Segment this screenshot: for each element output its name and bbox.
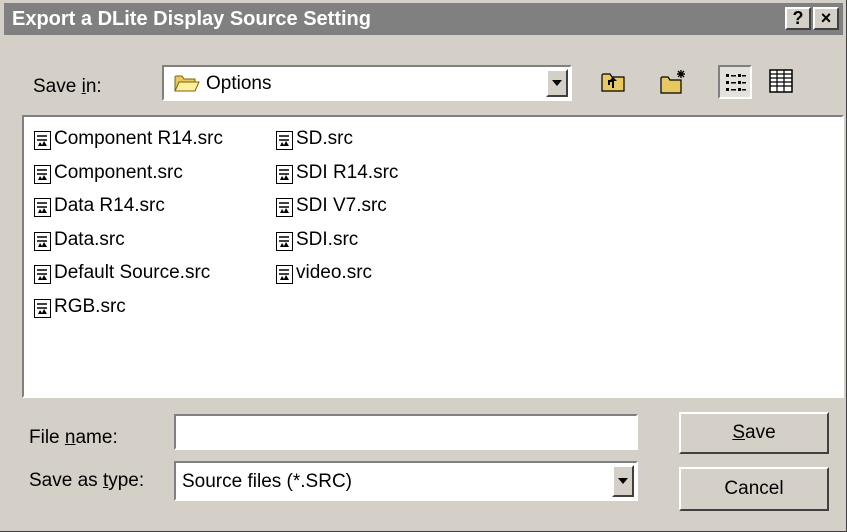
file-name-text: Default Source.src	[54, 262, 211, 283]
source-file-icon	[276, 131, 293, 156]
file-name-input[interactable]	[174, 414, 638, 450]
close-button[interactable]: ×	[813, 7, 839, 30]
source-file-icon	[276, 164, 293, 190]
save-as-type-dropdown-button[interactable]	[612, 465, 634, 497]
file-name-text: SDI V7.src	[296, 195, 387, 216]
file-name-text: RGB.src	[54, 295, 126, 317]
save-in-combo[interactable]: Options	[162, 65, 572, 101]
source-file-icon	[34, 131, 51, 156]
file-name-text: Component R14.src	[54, 128, 223, 149]
file-name-label: File name:	[29, 427, 118, 448]
source-file-icon	[34, 265, 51, 290]
source-file-icon	[276, 198, 293, 223]
window-title: Export a DLite Display Source Setting	[12, 8, 371, 30]
chevron-down-icon	[552, 80, 562, 86]
file-name-text: Data R14.src	[54, 195, 165, 216]
file-name-text: Component.src	[54, 161, 183, 183]
help-button[interactable]: ?	[785, 7, 811, 30]
file-name-text: video.src	[296, 262, 373, 283]
source-file-icon	[276, 231, 293, 257]
cancel-button[interactable]: Cancel	[679, 467, 829, 511]
save-as-type-label: Save as type:	[29, 470, 145, 491]
save-as-type-value: Source files (*.SRC)	[182, 471, 352, 492]
list-view-icon	[726, 74, 746, 91]
save-in-dropdown-button[interactable]	[546, 69, 568, 97]
save-button[interactable]: Save	[679, 412, 829, 454]
source-file-icon	[34, 298, 51, 324]
details-view-icon	[769, 69, 793, 93]
list-view-button[interactable]	[718, 65, 752, 99]
up-one-level-icon	[601, 73, 625, 92]
file-name-text: Data.src	[54, 228, 125, 250]
source-file-icon	[34, 231, 51, 257]
folder-open-icon	[174, 73, 200, 99]
file-list[interactable]: Component R14.src Component.src Data R14.s…	[22, 115, 844, 398]
save-in-value: Options	[206, 73, 272, 94]
file-name-text: SD.src	[296, 128, 353, 149]
save-in-label: Save in:	[33, 76, 102, 97]
title-bar[interactable]: Export a DLite Display Source Setting ? …	[4, 3, 843, 35]
file-name-text: SDI R14.src	[296, 161, 399, 183]
file-name-text: SDI.src	[296, 228, 359, 250]
export-dialog: Export a DLite Display Source Setting ? …	[0, 0, 847, 532]
source-file-icon	[34, 164, 51, 190]
details-view-button[interactable]	[765, 65, 799, 99]
new-folder-icon	[660, 70, 685, 94]
source-file-icon	[34, 198, 51, 223]
save-as-type-combo[interactable]: Source files (*.SRC)	[174, 461, 638, 501]
new-folder-button[interactable]	[655, 65, 689, 99]
chevron-down-icon	[618, 478, 628, 484]
source-file-icon	[276, 265, 293, 290]
up-one-level-button[interactable]	[596, 65, 630, 99]
